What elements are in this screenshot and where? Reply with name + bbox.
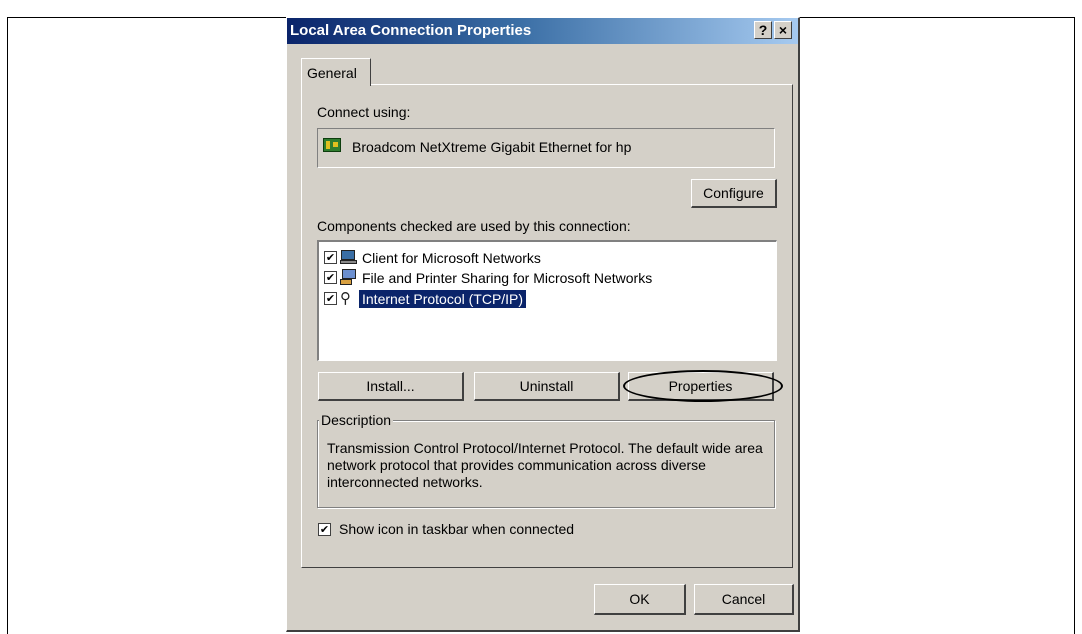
properties-button[interactable]: Properties [628, 372, 774, 401]
tab-general[interactable]: General [301, 58, 371, 86]
show-icon-checkbox[interactable]: ✔ [318, 523, 331, 536]
configure-button[interactable]: Configure [691, 179, 777, 208]
ok-button[interactable]: OK [594, 584, 686, 615]
checkbox-client[interactable]: ✔ [324, 251, 337, 264]
document-frame-right [1074, 17, 1075, 634]
cancel-button[interactable]: Cancel [694, 584, 794, 615]
connect-using-label: Connect using: [317, 104, 411, 120]
adapter-name: Broadcom NetXtreme Gigabit Ethernet for … [352, 139, 632, 155]
list-item-label: Internet Protocol (TCP/IP) [359, 290, 527, 308]
adapter-display: Broadcom NetXtreme Gigabit Ethernet for … [317, 128, 775, 168]
document-frame-left [7, 17, 8, 634]
file-printer-sharing-icon [340, 269, 358, 285]
description-legend: Description [319, 412, 394, 428]
checkbox-tcp-ip[interactable]: ✔ [324, 292, 337, 305]
network-adapter-icon [323, 138, 341, 152]
list-item-label: File and Printer Sharing for Microsoft N… [362, 270, 653, 286]
list-item-selected[interactable]: ✔ ⚲ Internet Protocol (TCP/IP) [319, 289, 759, 309]
help-button[interactable]: ? [754, 21, 772, 39]
show-icon-label[interactable]: Show icon in taskbar when connected [339, 521, 574, 537]
components-list[interactable]: ✔ Client for Microsoft Networks ✔ File a… [317, 240, 777, 361]
network-client-icon [340, 249, 358, 265]
close-button[interactable]: × [774, 21, 792, 39]
list-item[interactable]: ✔ Client for Microsoft Networks [319, 248, 759, 268]
network-protocol-icon: ⚲ [340, 289, 351, 307]
install-button[interactable]: Install... [318, 372, 464, 401]
properties-dialog: Local Area Connection Properties ? × Gen… [286, 17, 800, 632]
title-bar[interactable]: Local Area Connection Properties ? × [287, 18, 798, 44]
window-title: Local Area Connection Properties [290, 22, 532, 39]
list-item[interactable]: ✔ File and Printer Sharing for Microsoft… [319, 268, 759, 288]
components-label: Components checked are used by this conn… [317, 218, 631, 234]
list-item-label: Client for Microsoft Networks [362, 250, 541, 266]
checkbox-file-printer-sharing[interactable]: ✔ [324, 271, 337, 284]
description-text: Transmission Control Protocol/Internet P… [327, 440, 763, 490]
uninstall-button[interactable]: Uninstall [474, 372, 620, 401]
